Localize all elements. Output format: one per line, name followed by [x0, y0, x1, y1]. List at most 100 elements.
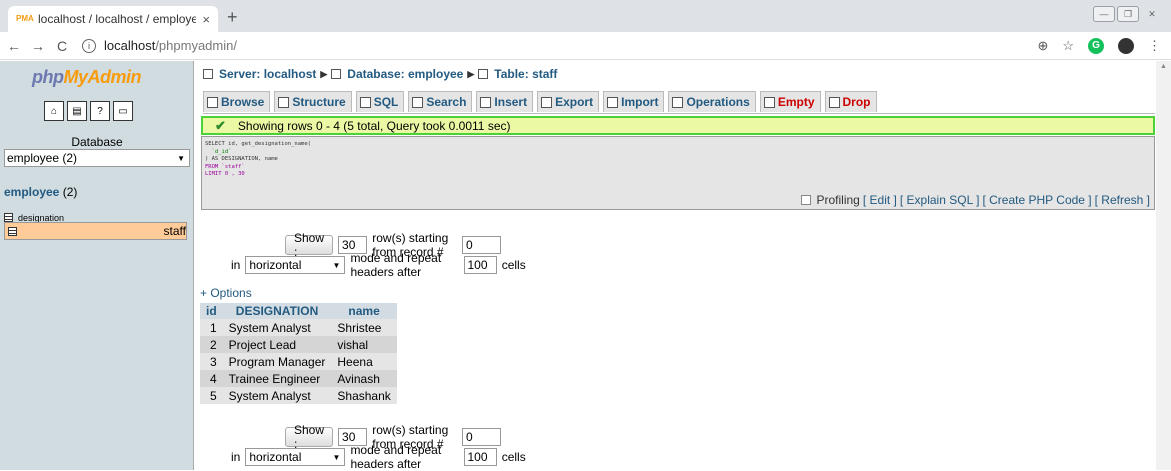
sql-line: FROM `staff`: [205, 163, 245, 170]
database-select[interactable]: employee (2) ▼: [4, 149, 190, 167]
repeat-headers-input[interactable]: 100: [463, 256, 497, 274]
minimize-icon[interactable]: —: [1093, 6, 1115, 22]
create-php-code-link[interactable]: [ Create PHP Code ]: [982, 193, 1091, 207]
forward-icon[interactable]: →: [28, 38, 48, 54]
insert-icon: [480, 96, 492, 108]
database-select-value: employee (2): [7, 151, 78, 165]
page-scrollbar[interactable]: ▲: [1156, 61, 1171, 470]
bookmark-star-icon[interactable]: ☆: [1062, 38, 1074, 54]
tab-search[interactable]: Search: [408, 91, 473, 112]
breadcrumb-server[interactable]: Server: localhost: [219, 67, 316, 81]
phpmyadmin-logo[interactable]: phpMyAdmin: [32, 67, 142, 88]
documentation-icon[interactable]: ?: [90, 101, 110, 121]
reload-icon[interactable]: C: [52, 38, 72, 54]
operations-icon: [672, 96, 684, 108]
tab-export[interactable]: Export: [537, 91, 600, 112]
home-icon[interactable]: ⌂: [44, 101, 64, 121]
tab-label: SQL: [373, 95, 399, 109]
cell-designation: Project Lead: [222, 336, 332, 353]
avatar[interactable]: [1118, 38, 1134, 54]
breadcrumb: Server: localhost ▶ Database: employee ▶…: [203, 67, 557, 81]
tab-structure[interactable]: Structure: [274, 91, 352, 112]
back-icon[interactable]: ←: [4, 38, 24, 54]
explain-sql-link[interactable]: [ Explain SQL ]: [900, 193, 980, 207]
url-field[interactable]: i localhost/phpmyadmin/: [82, 38, 237, 53]
sql-line: ) AS DESIGNATION, name: [205, 156, 278, 162]
grammarly-icon[interactable]: G: [1088, 38, 1104, 54]
profiling-checkbox[interactable]: [800, 195, 811, 205]
tab-drop[interactable]: Drop: [824, 91, 877, 112]
table-icon: [8, 226, 17, 236]
sidebar-table-designation[interactable]: designation: [4, 212, 187, 223]
breadcrumb-table[interactable]: Table: staff: [494, 67, 557, 81]
table-row[interactable]: 3 Program Manager Heena: [200, 353, 397, 370]
close-tab-icon[interactable]: ×: [202, 12, 210, 27]
cell-name: Shashank: [331, 387, 397, 404]
info-icon[interactable]: i: [82, 38, 96, 53]
display-mode-select[interactable]: horizontal ▼: [245, 448, 346, 466]
profiling-label: Profiling: [816, 193, 860, 207]
column-header-id[interactable]: id: [200, 303, 223, 319]
tab-sql[interactable]: SQL: [355, 91, 405, 112]
database-label: Database: [71, 135, 123, 149]
browser-toolbar-icons: ⊕ ☆ G ⋮: [1037, 38, 1161, 54]
menu-kebab-icon[interactable]: ⋮: [1148, 38, 1161, 54]
navigation-panel: phpMyAdmin ⌂ ▤ ? ▭ Database employee (2)…: [0, 61, 194, 470]
tab-label: Empty: [777, 95, 815, 109]
logo-my: My: [63, 67, 89, 87]
empty-icon: [763, 96, 775, 108]
help-icon[interactable]: ▭: [113, 101, 133, 121]
main-content: Server: localhost ▶ Database: employee ▶…: [195, 61, 1155, 471]
refresh-link[interactable]: [ Refresh ]: [1095, 193, 1150, 207]
cell-designation: Program Manager: [222, 353, 332, 370]
sidebar-table-staff[interactable]: staff: [4, 222, 187, 240]
tab-label: Operations: [686, 95, 750, 109]
database-icon: [331, 69, 342, 79]
window-controls: — ❐ ✕: [1093, 6, 1163, 22]
table-row[interactable]: 4 Trainee Engineer Avinash: [200, 370, 397, 387]
scroll-up-icon[interactable]: ▲: [1160, 63, 1167, 70]
new-tab-button[interactable]: +: [227, 7, 238, 28]
browser-tab[interactable]: PMA localhost / localhost / employee ×: [8, 6, 218, 32]
tab-insert[interactable]: Insert: [476, 91, 534, 112]
cell-designation: System Analyst: [222, 319, 332, 336]
database-name-link[interactable]: employee (2): [4, 185, 77, 199]
tab-browse[interactable]: Browse: [203, 91, 271, 112]
sql-query-code: SELECT id, get_designation_name( `d_id` …: [205, 141, 311, 179]
zoom-icon[interactable]: ⊕: [1037, 38, 1048, 54]
table-row[interactable]: 5 System Analyst Shashank: [200, 387, 397, 404]
mode-text: mode and repeat headers after: [350, 251, 442, 279]
maximize-icon[interactable]: ❐: [1117, 6, 1139, 22]
display-mode-select[interactable]: horizontal ▼: [245, 256, 346, 274]
sql-query-box: SELECT id, get_designation_name( `d_id` …: [201, 136, 1155, 210]
table-icon: [478, 69, 489, 79]
edit-sql-link[interactable]: [ Edit ]: [863, 193, 897, 207]
sql-query-icon[interactable]: ▤: [67, 101, 87, 121]
success-message: ✔ Showing rows 0 - 4 (5 total, Query too…: [201, 116, 1155, 135]
tab-import[interactable]: Import: [603, 91, 665, 112]
table-row[interactable]: 1 System Analyst Shristee: [200, 319, 397, 336]
mode-text: mode and repeat headers after: [350, 443, 442, 471]
close-window-icon[interactable]: ✕: [1141, 6, 1163, 22]
options-link[interactable]: + Options: [200, 286, 252, 300]
table-label: designation: [18, 212, 65, 223]
table-tabs: Browse Structure SQL Search Insert Expor…: [203, 91, 877, 112]
column-header-name[interactable]: name: [331, 303, 397, 319]
breadcrumb-database[interactable]: Database: employee: [347, 67, 463, 81]
export-icon: [541, 96, 553, 108]
logo-php: php: [32, 67, 64, 87]
repeat-headers-input[interactable]: 100: [463, 448, 497, 466]
tab-label: Drop: [842, 95, 871, 109]
cell-id: 2: [200, 336, 223, 353]
import-icon: [607, 96, 619, 108]
tab-empty[interactable]: Empty: [759, 91, 821, 112]
breadcrumb-separator-icon: ▶: [320, 68, 328, 79]
search-icon: [412, 96, 424, 108]
url-path: /phpmyadmin/: [155, 38, 237, 53]
tab-operations[interactable]: Operations: [668, 91, 756, 112]
sql-line: LIMIT 0 , 30: [205, 171, 245, 177]
browser-tab-bar: PMA localhost / localhost / employee × +…: [0, 0, 1171, 32]
column-header-designation[interactable]: DESIGNATION: [222, 303, 332, 319]
table-row[interactable]: 2 Project Lead vishal: [200, 336, 397, 353]
cell-name: Shristee: [331, 319, 397, 336]
